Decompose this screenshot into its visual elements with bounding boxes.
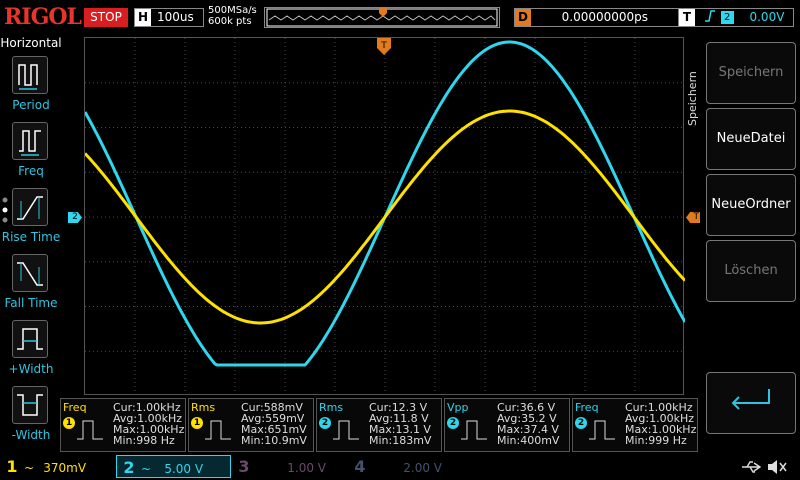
trigger-level-marker[interactable]: T bbox=[686, 212, 700, 223]
brand-logo: RIGOL bbox=[4, 4, 82, 30]
measurement-waveform-icon bbox=[589, 420, 615, 440]
measurement-name: Freq bbox=[63, 401, 87, 414]
ch2-scale: 5.00 V bbox=[164, 462, 204, 476]
delete-button[interactable]: Löschen bbox=[706, 240, 796, 302]
new-file-button[interactable]: NeueDatei bbox=[706, 108, 796, 170]
memory-trigger-marker bbox=[379, 8, 387, 17]
trigger-level-value: 0.00V bbox=[749, 10, 785, 24]
measurement-values: Cur:1.00kHz Avg:1.00kHz Max:1.00kHz Min:999… bbox=[625, 402, 696, 446]
measurement-waveform-icon bbox=[333, 420, 359, 440]
return-arrow-icon bbox=[731, 389, 770, 410]
trigger-position-marker[interactable]: T bbox=[377, 38, 391, 56]
measure-fall-time-label: Fall Time bbox=[4, 296, 58, 310]
measurement-waveform-icon bbox=[461, 420, 487, 440]
timebase-readout[interactable]: H 100us bbox=[134, 8, 204, 27]
frequency-icon bbox=[12, 122, 48, 160]
rise-time-icon bbox=[12, 188, 48, 226]
measurement-box[interactable]: Rms 2 Cur:12.3 V Avg:11.8 V Max:13.1 V Min:18… bbox=[316, 398, 442, 452]
trigger-readout[interactable]: T 2 0.00V bbox=[678, 8, 794, 27]
measurement-name: Freq bbox=[575, 401, 599, 414]
measurement-channel-badge: 2 bbox=[447, 417, 459, 429]
ch1-coupling: ~ bbox=[24, 461, 35, 475]
sample-rate: 500MSa/s bbox=[208, 5, 257, 16]
back-button[interactable] bbox=[706, 372, 796, 434]
ch2-coupling: ~ bbox=[141, 462, 152, 476]
fall-time-icon bbox=[12, 254, 48, 292]
measurement-value: Min:998 Hz bbox=[113, 434, 175, 447]
timebase-letter: H bbox=[135, 9, 151, 26]
measurement-waveform-icon bbox=[77, 420, 103, 440]
negative-width-icon bbox=[12, 386, 48, 424]
measure-menu-title: Horizontal bbox=[0, 36, 62, 50]
memory-position-strip bbox=[264, 7, 500, 28]
measure-frequency-label: Freq bbox=[18, 164, 44, 178]
save-button[interactable]: Speichern bbox=[706, 42, 796, 104]
measure-positive-width-label: +Width bbox=[8, 362, 54, 376]
measurement-channel-badge: 2 bbox=[575, 417, 587, 429]
svg-text:T: T bbox=[380, 41, 387, 51]
ch4-number: 4 bbox=[354, 457, 366, 476]
measurement-value: Min:10.9mV bbox=[241, 434, 307, 447]
measure-frequency-button[interactable]: Freq bbox=[0, 122, 62, 186]
ch4-scale: 2.00 V bbox=[403, 461, 442, 475]
ch4-status[interactable]: 4 2.00 V bbox=[348, 455, 463, 478]
ch1-number: 1 bbox=[6, 457, 18, 476]
measurement-value: Min:999 Hz bbox=[625, 434, 687, 447]
positive-width-icon bbox=[12, 320, 48, 358]
measure-negative-width-label: -Width bbox=[11, 428, 51, 442]
measurement-values: Cur:36.6 V Avg:35.2 V Max:37.4 V Min:400mV bbox=[497, 402, 559, 446]
measurement-value: Min:400mV bbox=[497, 434, 560, 447]
measurement-values: Cur:12.3 V Avg:11.8 V Max:13.1 V Min:183mV bbox=[369, 402, 431, 446]
measure-fall-time-button[interactable]: Fall Time bbox=[0, 254, 62, 318]
measurement-name: Rms bbox=[319, 401, 344, 414]
period-icon bbox=[12, 56, 48, 94]
trigger-letter: T bbox=[679, 9, 695, 26]
delay-letter: D bbox=[515, 9, 531, 26]
channel-status-bar: 1 ~370mV 2 ~5.00 V 3 1.00 V 4 2.00 V bbox=[0, 455, 800, 480]
ch2-ground-marker[interactable]: 2 bbox=[68, 212, 82, 223]
speaker-muted-icon[interactable] bbox=[766, 458, 788, 476]
ch1-scale: 370mV bbox=[43, 461, 87, 475]
trigger-source-badge: 2 bbox=[720, 11, 734, 24]
measurement-name: Vpp bbox=[447, 401, 469, 414]
ch1-status[interactable]: 1 ~370mV bbox=[0, 455, 115, 478]
menu-page-indicator[interactable] bbox=[1, 196, 9, 224]
acquisition-info: 500MSa/s 600k pts bbox=[208, 5, 257, 27]
trigger-delay-readout[interactable]: D 0.00000000ps bbox=[514, 8, 694, 27]
measurement-channel-badge: 1 bbox=[63, 417, 75, 429]
measurement-channel-badge: 2 bbox=[319, 417, 331, 429]
usb-icon bbox=[742, 461, 762, 473]
measure-negative-width-button[interactable]: -Width bbox=[0, 386, 62, 450]
measurement-box[interactable]: Freq 1 Cur:1.00kHz Avg:1.00kHz Max:1.00kHz Mi… bbox=[60, 398, 186, 452]
measurement-waveform-icon bbox=[205, 420, 231, 440]
ch3-scale: 1.00 V bbox=[287, 461, 326, 475]
measurement-values: Cur:1.00kHz Avg:1.00kHz Max:1.00kHz Min:998… bbox=[113, 402, 184, 446]
ch3-status[interactable]: 3 1.00 V bbox=[232, 455, 347, 478]
measurement-box[interactable]: Vpp 2 Cur:36.6 V Avg:35.2 V Max:37.4 V Min:40… bbox=[444, 398, 570, 452]
ch3-number: 3 bbox=[238, 457, 250, 476]
measure-period-label: Period bbox=[12, 98, 50, 112]
memory-depth: 600k pts bbox=[208, 16, 252, 27]
timebase-value: 100us bbox=[157, 10, 194, 24]
measure-period-button[interactable]: Period bbox=[0, 56, 62, 120]
right-menu-title: Speichern bbox=[686, 71, 699, 126]
measurement-value: Min:183mV bbox=[369, 434, 432, 447]
measurement-name: Rms bbox=[191, 401, 216, 414]
measurement-box[interactable]: Freq 2 Cur:1.00kHz Avg:1.00kHz Max:1.00kHz Mi… bbox=[572, 398, 698, 452]
measure-rise-time-label: Rise Time bbox=[1, 230, 61, 244]
graticule bbox=[83, 38, 687, 396]
new-folder-button[interactable]: NeueOrdner bbox=[706, 174, 796, 236]
memory-waveform-preview bbox=[266, 8, 498, 27]
measurement-values: Cur:588mV Avg:559mV Max:651mV Min:10.9mV bbox=[241, 402, 307, 446]
ch2-status[interactable]: 2 ~5.00 V bbox=[116, 455, 231, 478]
rising-edge-icon bbox=[704, 10, 715, 22]
run-stop-indicator[interactable]: STOP bbox=[84, 8, 128, 27]
ch2-number: 2 bbox=[123, 458, 135, 477]
measure-positive-width-button[interactable]: +Width bbox=[0, 320, 62, 384]
waveform-display[interactable] bbox=[83, 37, 687, 396]
measurement-channel-badge: 1 bbox=[191, 417, 203, 429]
measurement-box[interactable]: Rms 1 Cur:588mV Avg:559mV Max:651mV Min:10.9m… bbox=[188, 398, 314, 452]
measure-rise-time-button[interactable]: Rise Time bbox=[0, 188, 62, 252]
delay-value: 0.00000000ps bbox=[561, 10, 649, 24]
